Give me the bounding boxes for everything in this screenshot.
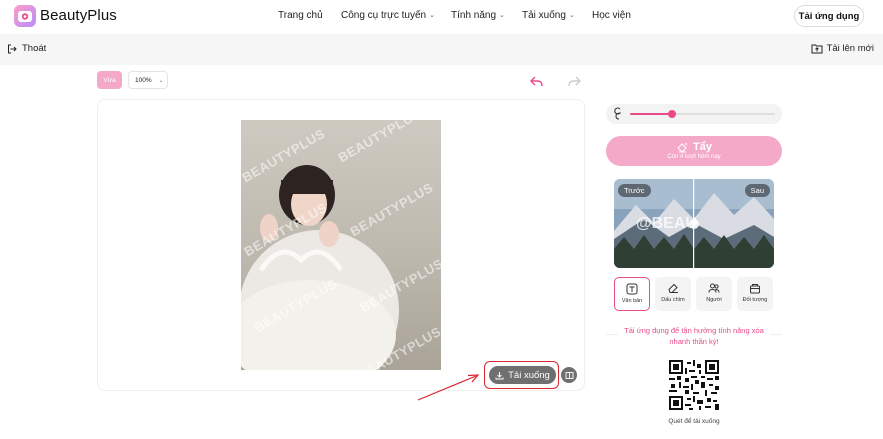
tool-label: Người [706, 297, 722, 303]
compare-button[interactable] [561, 367, 577, 383]
exit-icon [8, 44, 17, 53]
text-box-icon [626, 283, 638, 295]
nav-item-online-tools[interactable]: Công cụ trực tuyến ⌄ [341, 10, 435, 21]
brand-name[interactable]: BeautyPlus [40, 7, 117, 24]
zoom-value: 100% [135, 76, 152, 84]
after-label: Sau [744, 184, 770, 197]
magic-eraser-icon [677, 142, 688, 153]
people-icon [708, 283, 720, 293]
brush-icon [614, 107, 622, 120]
fit-button[interactable]: Vừa [97, 71, 122, 89]
tool-object[interactable]: Đối tượng [737, 277, 773, 311]
redo-icon [568, 76, 581, 86]
undo-icon [530, 76, 543, 86]
tool-label: Dấu chìm [661, 297, 685, 303]
download-icon [495, 371, 504, 379]
before-label: Trước [618, 184, 651, 197]
download-label: Tải xuống [508, 369, 550, 381]
erase-button[interactable]: Tẩy Còn 4 lượt hôm nay [606, 136, 782, 166]
beautyplus-logo-icon[interactable] [14, 5, 36, 27]
nav-item-home[interactable]: Trang chủ [278, 10, 323, 21]
nav-item-label: Tải xuống [522, 10, 566, 21]
tool-people[interactable]: Người [696, 277, 732, 311]
top-navigation-bar [0, 0, 883, 34]
nav-item-label: Học viện [592, 10, 631, 21]
chevron-down-icon: ⌄ [158, 77, 164, 84]
tool-label: Văn bản [621, 298, 643, 304]
qr-code-icon [669, 360, 719, 410]
exit-button[interactable]: Thoát [7, 43, 46, 54]
slider-handle[interactable] [668, 110, 677, 118]
undo-button[interactable] [530, 74, 543, 92]
slider-fill [630, 113, 673, 115]
exit-label: Thoát [22, 43, 47, 54]
annotation-arrow-icon [417, 374, 480, 401]
app-promo-text: Tải ứng dụng để tận hưởng tính năng xóa … [618, 325, 770, 347]
nav-item-download[interactable]: Tải xuống ⌄ [522, 10, 575, 21]
nav-item-label: Trang chủ [278, 10, 323, 21]
redo-button[interactable] [568, 74, 581, 92]
uploaded-photo: BEAUTYPLUS BEAUTYPLUS BEAUTYPLUS BEAUTYP… [241, 120, 441, 370]
editor-subbar [0, 34, 883, 65]
chevron-down-icon: ⌄ [499, 11, 505, 19]
nav-item-label: Công cụ trực tuyến [341, 10, 427, 21]
compare-icon [565, 371, 573, 379]
get-app-button[interactable]: Tải ứng dụng [794, 5, 864, 27]
chevron-down-icon: ⌄ [429, 11, 435, 19]
before-after-preview: @BEAU Trước Sau [614, 179, 774, 268]
preview-watermark: @BEAU [636, 215, 697, 232]
upload-new-label: Tải lên mới [826, 43, 874, 54]
tool-label: Đối tượng [742, 297, 768, 303]
nav-item-label: Tính năng [451, 10, 497, 21]
erase-remaining-text: Còn 4 lượt hôm nay [667, 154, 721, 160]
nav-item-academy[interactable]: Học viện [592, 10, 631, 21]
chevron-down-icon: ⌄ [568, 11, 575, 19]
download-button[interactable]: Tải xuống [489, 366, 556, 384]
folder-upload-icon [811, 44, 823, 54]
object-icon [750, 284, 760, 294]
qr-caption: Quét để tải xuống [668, 418, 720, 425]
upload-new-button[interactable]: Tải lên mới [811, 43, 874, 54]
tool-watermark[interactable]: Dấu chìm [655, 277, 691, 311]
nav-item-features[interactable]: Tính năng ⌄ [451, 10, 505, 21]
erase-label: Tẩy [693, 141, 712, 153]
tool-text[interactable]: Văn bản [614, 277, 650, 311]
eraser-icon [668, 283, 678, 293]
zoom-select[interactable]: 100% ⌄ [128, 71, 168, 89]
